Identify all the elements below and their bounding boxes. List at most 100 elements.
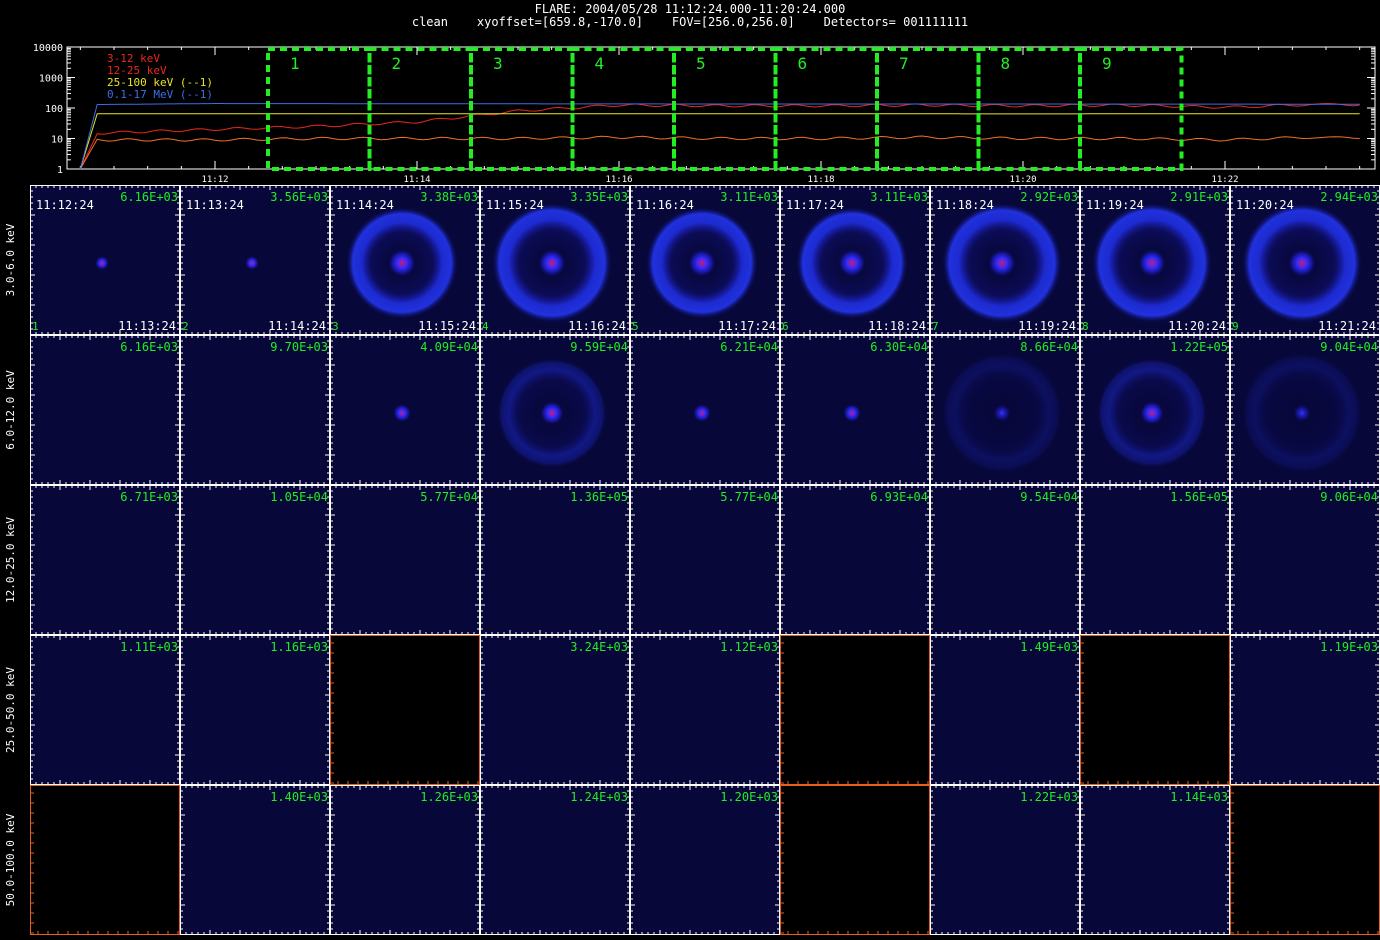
panel-max-value: 6.30E+04 [870, 340, 928, 354]
energy-band-label: 12.0-25.0 keV [4, 517, 17, 603]
source-blob [1140, 401, 1164, 425]
source-blob [1288, 249, 1316, 277]
empty-panel [30, 785, 180, 935]
panel-index: 5 [632, 320, 639, 333]
panel-start-time: 11:20:24 [1236, 198, 1294, 212]
x-tick-label: 11:14 [403, 175, 430, 185]
panel-index: 9 [1232, 320, 1239, 333]
source-blob [993, 404, 1011, 422]
image-panel [780, 485, 930, 635]
empty-panel [780, 635, 930, 785]
energy-band-label: 3.0-6.0 keV [4, 223, 17, 296]
panel-start-time: 11:13:24 [186, 198, 244, 212]
time-interval-box [875, 47, 981, 171]
panel-max-value: 5.77E+04 [420, 490, 478, 504]
image-panel [180, 635, 330, 785]
panel-max-value: 1.49E+03 [1020, 640, 1078, 654]
panel-max-value: 2.92E+03 [1020, 190, 1078, 204]
panel-start-time: 11:17:24 [786, 198, 844, 212]
source-blob [988, 249, 1016, 277]
panel-max-value: 3.35E+03 [570, 190, 628, 204]
source-blob [393, 404, 411, 422]
image-panel [930, 635, 1080, 785]
panel-max-value: 1.26E+03 [420, 790, 478, 804]
source-blob [245, 256, 259, 270]
image-panel [30, 335, 180, 485]
panel-max-value: 3.11E+03 [870, 190, 928, 204]
panel-index: 2 [182, 320, 189, 333]
panel-max-value: 9.70E+03 [270, 340, 328, 354]
time-interval-label: 3 [493, 54, 503, 73]
image-panel [480, 635, 630, 785]
source-blob [1138, 249, 1166, 277]
panel-max-value: 3.24E+03 [570, 640, 628, 654]
energy-band-label: 50.0-100.0 keV [4, 813, 17, 906]
panel-max-value: 3.38E+03 [420, 190, 478, 204]
panel-max-value: 1.14E+03 [1170, 790, 1228, 804]
panel-max-value: 1.56E+05 [1170, 490, 1228, 504]
y-tick-label: 1 [57, 165, 63, 176]
y-tick-label: 1000 [39, 74, 63, 85]
image-panel [630, 785, 780, 935]
x-tick-label: 11:22 [1211, 175, 1238, 185]
panel-max-value: 3.11E+03 [720, 190, 778, 204]
panel-max-value: 1.05E+04 [270, 490, 328, 504]
lightcurve-plot: 10000 1000 100 10 1 11:12 11:14 11:16 11:18 11:20… [33, 43, 1376, 185]
plot-subtitle: clean xyoffset=[659.8,-170.0] FOV=[256.0… [411, 15, 969, 29]
series-line-1 [79, 135, 1360, 170]
panel-end-time: 11:13:24 [118, 319, 176, 333]
panel-max-value: 1.12E+03 [720, 640, 778, 654]
image-panel [1230, 485, 1380, 635]
panel-max-value: 1.20E+03 [720, 790, 778, 804]
lightcurve-frame [66, 46, 1376, 170]
energy-band-label: 25.0-50.0 keV [4, 667, 17, 753]
time-interval-box [773, 47, 879, 171]
empty-panel [780, 785, 930, 935]
panel-index: 3 [332, 320, 339, 333]
source-blob [843, 404, 861, 422]
panel-end-time: 11:19:24 [1018, 319, 1076, 333]
panel-max-value: 5.77E+04 [720, 490, 778, 504]
panel-max-value: 6.71E+03 [120, 490, 178, 504]
empty-panel [1230, 785, 1380, 935]
series-line-2 [79, 113, 1360, 170]
image-panel [1230, 635, 1380, 785]
image-panel [330, 485, 480, 635]
legend-entry: 0.1-17 MeV (--1) [107, 88, 213, 101]
panel-max-value: 8.66E+04 [1020, 340, 1078, 354]
time-interval-box [266, 47, 372, 171]
source-blob [1293, 404, 1311, 422]
source-blob [540, 401, 564, 425]
image-panel [180, 785, 330, 935]
image-panel [180, 485, 330, 635]
y-tick-label: 10 [51, 135, 63, 146]
panel-max-value: 1.36E+05 [570, 490, 628, 504]
y-tick-label: 100 [45, 104, 63, 115]
time-interval-box [1078, 47, 1184, 171]
panel-end-time: 11:21:24 [1318, 319, 1376, 333]
source-blob [538, 249, 566, 277]
time-interval-label: 7 [899, 54, 909, 73]
panel-start-time: 11:15:24 [486, 198, 544, 212]
time-interval-box [976, 47, 1082, 171]
panel-start-time: 11:16:24 [636, 198, 694, 212]
y-tick-label: 10000 [33, 43, 63, 54]
panel-end-time: 11:15:24 [418, 319, 476, 333]
panel-max-value: 1.24E+03 [570, 790, 628, 804]
image-panel [930, 485, 1080, 635]
panel-max-value: 4.09E+04 [420, 340, 478, 354]
panel-start-time: 11:18:24 [936, 198, 994, 212]
panel-max-value: 9.06E+04 [1320, 490, 1378, 504]
panel-index: 7 [932, 320, 939, 333]
x-tick-label: 11:16 [605, 175, 632, 185]
panel-max-value: 2.91E+03 [1170, 190, 1228, 204]
time-interval-box [469, 47, 575, 171]
panel-max-value: 9.54E+04 [1020, 490, 1078, 504]
image-panel [930, 785, 1080, 935]
panel-max-value: 2.94E+03 [1320, 190, 1378, 204]
panel-end-time: 11:16:24 [568, 319, 626, 333]
image-panel [330, 785, 480, 935]
panel-start-time: 11:12:24 [36, 198, 94, 212]
panel-index: 1 [32, 320, 39, 333]
panel-start-time: 11:19:24 [1086, 198, 1144, 212]
